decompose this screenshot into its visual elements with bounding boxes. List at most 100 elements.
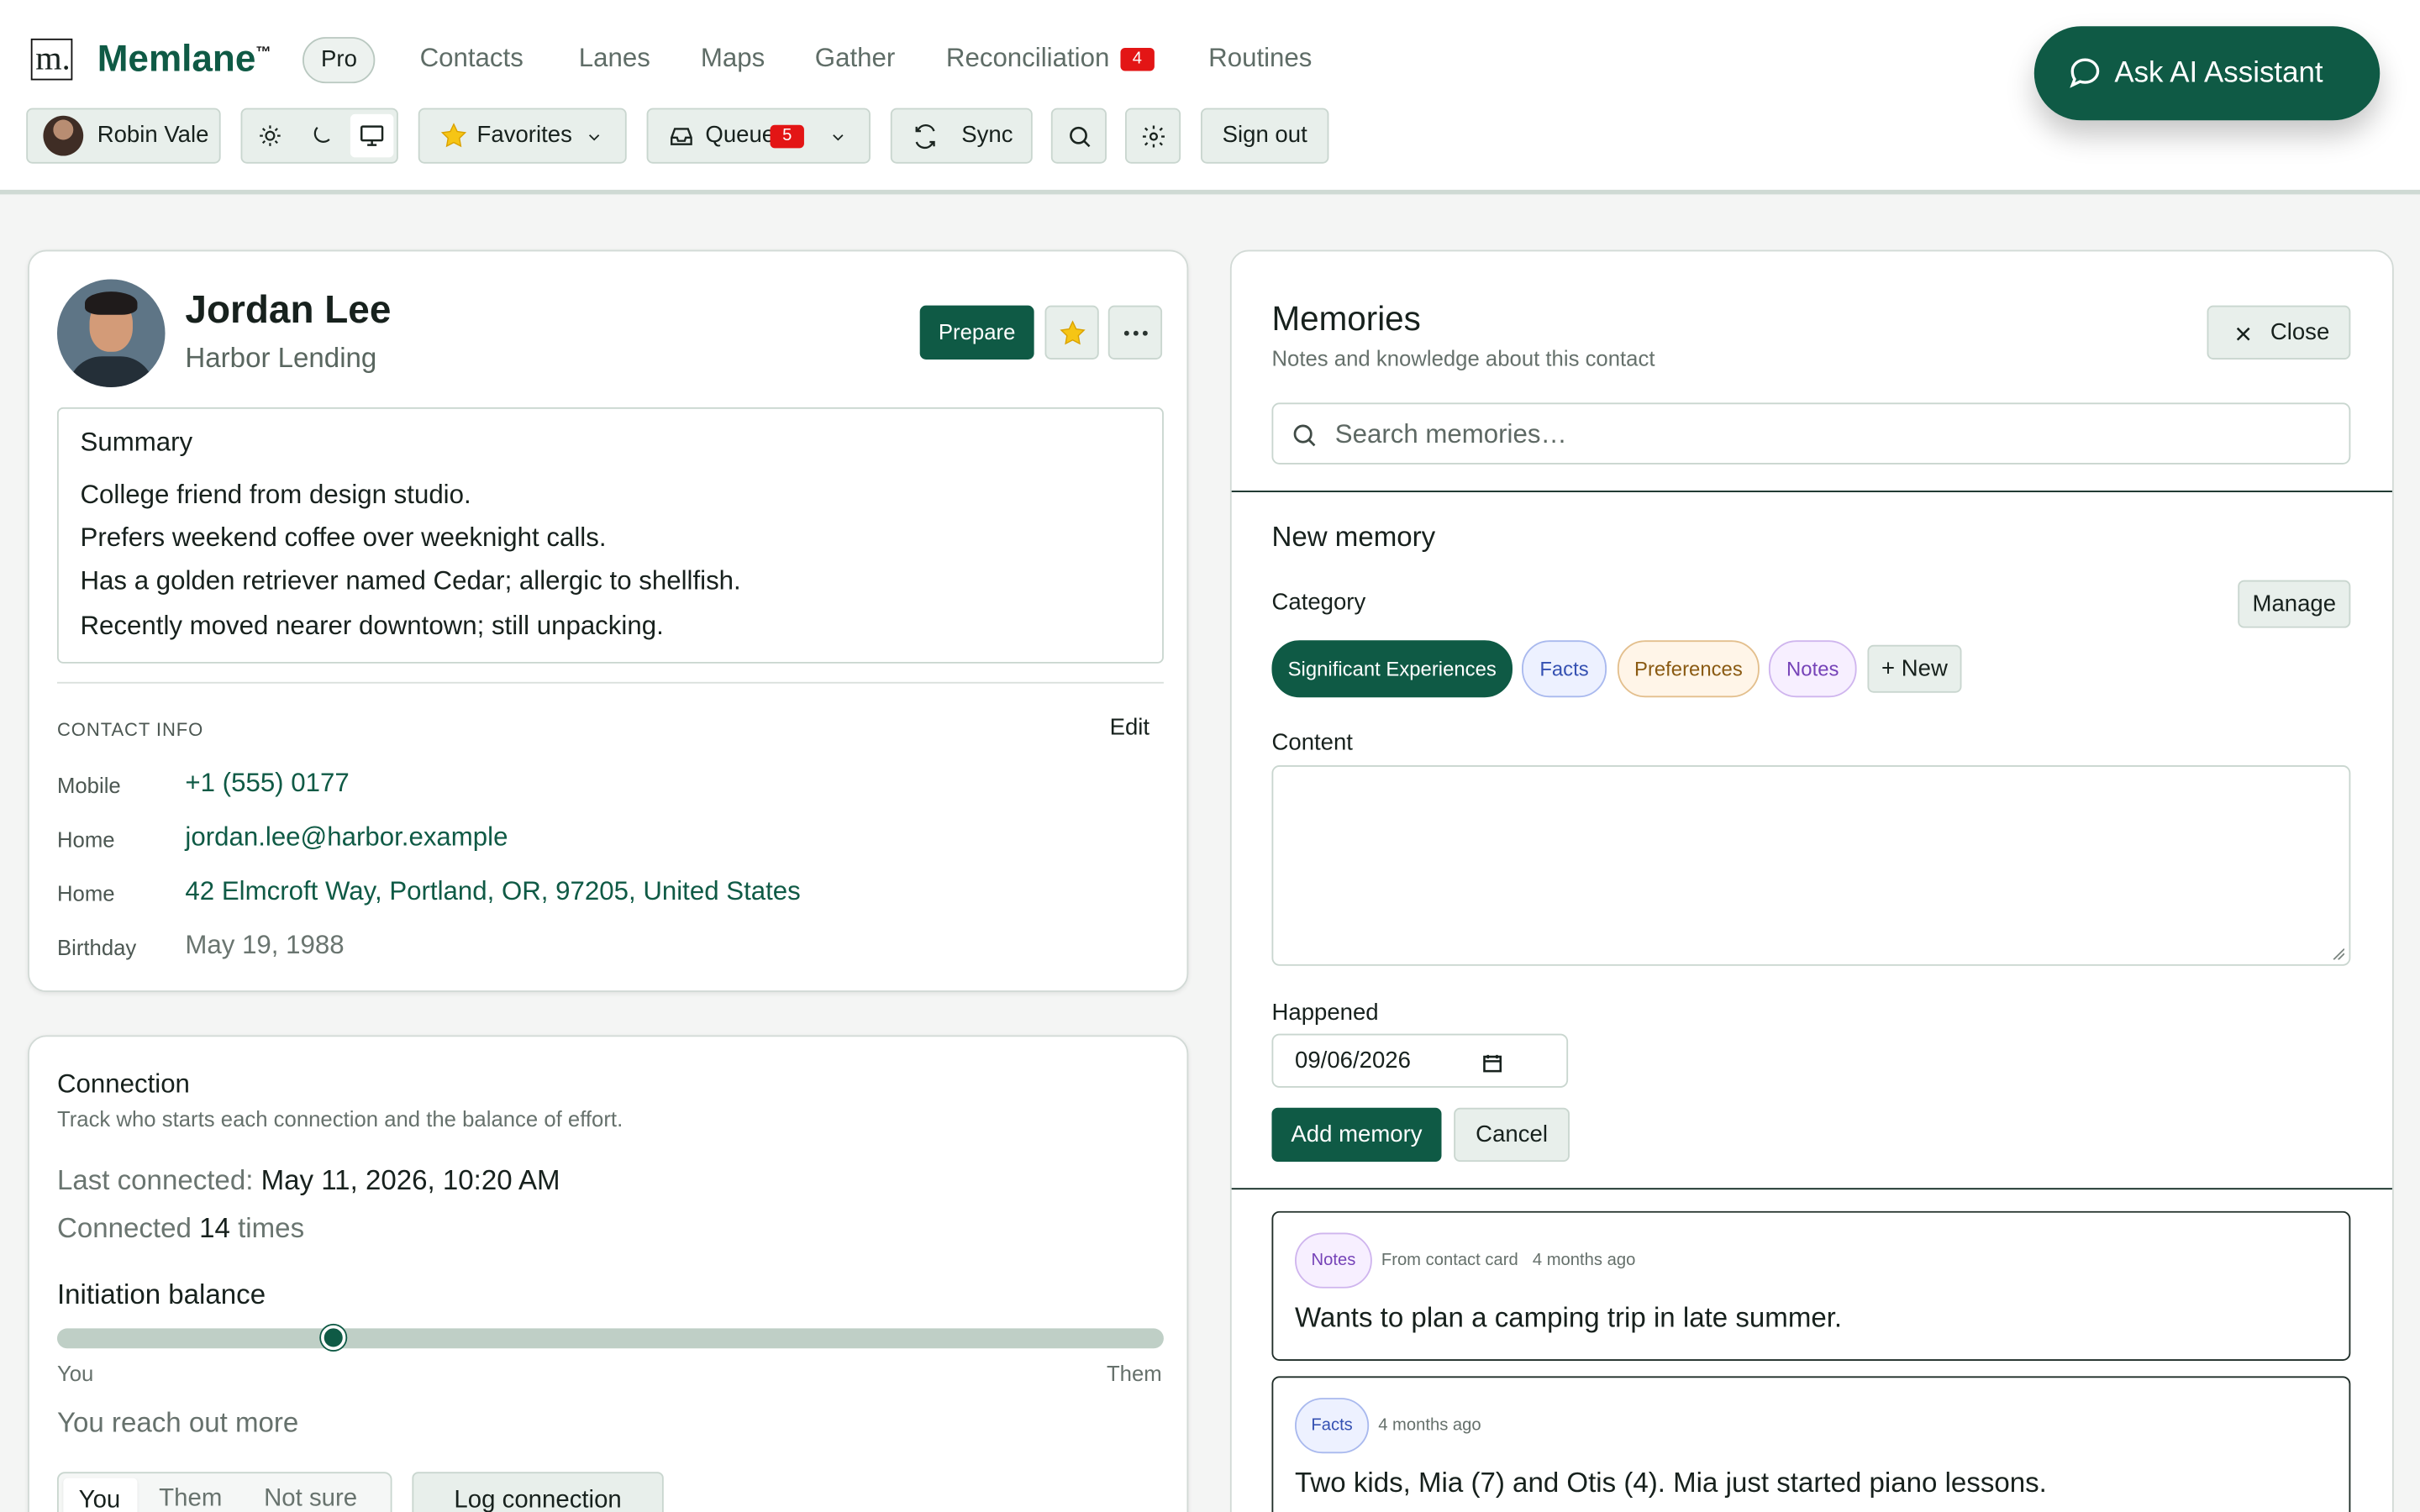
new-category-button[interactable]: + New: [1867, 644, 1962, 693]
initiator-segmented-control[interactable]: You Them Not sure: [56, 1472, 392, 1512]
top-header: m. Memlane™ Pro Contacts Lanes Maps Gath…: [0, 0, 2420, 195]
memory-text: Wants to plan a camping trip in late sum…: [1295, 1302, 1843, 1333]
manage-categories-button[interactable]: Manage: [2238, 580, 2351, 628]
plan-badge: Pro: [302, 37, 376, 84]
memories-subtitle: Notes and knowledge about this contact: [1271, 345, 1655, 370]
moon-icon[interactable]: [308, 123, 333, 148]
contact-company: Harbor Lending: [185, 342, 377, 374]
nav-contacts[interactable]: Contacts: [420, 43, 523, 74]
memory-source: From contact card: [1381, 1251, 1518, 1270]
search-icon: [1293, 424, 1316, 447]
category-preferences[interactable]: Preferences: [1617, 640, 1760, 698]
email-link[interactable]: jordan.lee@harbor.example: [185, 822, 508, 853]
search-button[interactable]: [1050, 108, 1107, 164]
divider: [56, 681, 1164, 684]
brand-name[interactable]: Memlane™: [97, 39, 271, 81]
ask-ai-assistant-button[interactable]: Ask AI Assistant: [2033, 26, 2381, 121]
theme-switcher[interactable]: [240, 108, 398, 164]
category-facts[interactable]: Facts: [1522, 640, 1607, 698]
calendar-icon[interactable]: [1481, 1053, 1503, 1074]
summary-line: College friend from design studio.: [80, 480, 471, 510]
contact-card: Jordan Lee Harbor Lending Prepare Summar…: [28, 249, 1189, 993]
initiation-balance-slider[interactable]: [56, 1328, 1164, 1349]
address-link[interactable]: 42 Elmcroft Way, Portland, OR, 97205, Un…: [185, 876, 800, 907]
connection-subtitle: Track who starts each connection and the…: [56, 1105, 623, 1131]
nav-lanes[interactable]: Lanes: [579, 43, 650, 74]
last-connected: Last connected: May 11, 2026, 10:20 AM: [56, 1164, 560, 1196]
summary-line: Recently moved nearer downtown; still un…: [80, 611, 664, 641]
connection-card: Connection Track who starts each connect…: [28, 1035, 1189, 1512]
brand-logo[interactable]: m.: [30, 38, 73, 81]
section-divider: [1231, 1188, 2392, 1190]
info-label: Home: [56, 827, 115, 852]
memory-content-textarea[interactable]: [1271, 765, 2351, 966]
summary-title: Summary: [80, 427, 193, 457]
sun-icon[interactable]: [258, 123, 282, 148]
nav-gather[interactable]: Gather: [815, 43, 895, 74]
initiation-balance-title: Initiation balance: [56, 1278, 266, 1310]
birthday-value: May 19, 1988: [185, 930, 345, 960]
contact-name: Jordan Lee: [185, 288, 392, 332]
star-icon: [1060, 320, 1086, 345]
close-icon: [2236, 327, 2250, 341]
memory-text: Two kids, Mia (7) and Otis (4). Mia just…: [1295, 1467, 2047, 1499]
initiation-balance-knob[interactable]: [321, 1325, 346, 1351]
memlane-page: m. Memlane™ Pro Contacts Lanes Maps Gath…: [0, 0, 2420, 1512]
favorites-dropdown[interactable]: Favorites: [418, 108, 627, 164]
happened-date-input[interactable]: 09/06/2026: [1271, 1033, 1569, 1088]
sync-button[interactable]: Sync: [890, 108, 1033, 164]
balance-right-label: Them: [1106, 1360, 1162, 1386]
memory-time: 4 months ago: [1378, 1416, 1481, 1436]
add-memory-button[interactable]: Add memory: [1271, 1107, 1442, 1163]
connection-count: Connected 14 times: [56, 1212, 305, 1244]
user-menu-button[interactable]: Robin Vale: [26, 108, 221, 164]
memory-search-input[interactable]: Search memories…: [1271, 402, 2351, 465]
content-label: Content: [1271, 729, 1353, 756]
balance-left-label: You: [56, 1360, 94, 1386]
ellipsis-icon: [1123, 330, 1148, 336]
memory-tag-facts: Facts: [1295, 1398, 1370, 1454]
memories-title: Memories: [1271, 299, 1421, 339]
memory-item[interactable]: Facts 4 months ago Two kids, Mia (7) and…: [1271, 1376, 2351, 1512]
inbox-icon: [671, 128, 692, 145]
settings-button[interactable]: [1124, 108, 1181, 164]
favorite-button[interactable]: [1044, 305, 1099, 360]
mobile-phone-link[interactable]: +1 (555) 0177: [185, 769, 349, 800]
star-icon: [440, 123, 467, 148]
connection-title: Connection: [56, 1068, 190, 1099]
info-label: Home: [56, 880, 115, 906]
info-label: Mobile: [56, 773, 121, 798]
refresh-icon: [915, 123, 935, 150]
reconciliation-badge: 4: [1120, 47, 1155, 71]
contact-avatar: [56, 279, 166, 388]
queue-dropdown[interactable]: Queue 5: [646, 108, 871, 164]
prepare-button[interactable]: Prepare: [919, 305, 1034, 360]
summary-box: Summary College friend from design studi…: [56, 407, 1164, 664]
category-label: Category: [1271, 589, 1366, 616]
nav-maps[interactable]: Maps: [701, 43, 765, 74]
queue-count-badge: 5: [770, 124, 804, 149]
log-connection-button[interactable]: Log connection: [412, 1472, 664, 1512]
initiator-not-sure-option[interactable]: Not sure: [264, 1486, 357, 1512]
balance-result: You reach out more: [56, 1407, 299, 1438]
initiator-you-option[interactable]: You: [63, 1478, 138, 1512]
memory-item[interactable]: Notes From contact card 4 months ago Wan…: [1271, 1210, 2351, 1361]
category-notes[interactable]: Notes: [1768, 640, 1857, 698]
memories-panel: Memories Notes and knowledge about this …: [1229, 249, 2394, 1512]
edit-contact-info-link[interactable]: Edit: [1110, 714, 1150, 740]
chat-bubble-icon: [2070, 58, 2100, 88]
happened-label: Happened: [1271, 1000, 1379, 1026]
resize-handle-icon[interactable]: [2332, 948, 2344, 960]
initiator-them-option[interactable]: Them: [159, 1486, 222, 1512]
sign-out-button[interactable]: Sign out: [1200, 108, 1329, 164]
category-significant-experiences[interactable]: Significant Experiences: [1271, 640, 1512, 698]
contact-info-title: CONTACT INFO: [56, 718, 204, 741]
nav-routines[interactable]: Routines: [1208, 43, 1312, 74]
close-memories-button[interactable]: Close: [2207, 305, 2351, 360]
cancel-memory-button[interactable]: Cancel: [1454, 1107, 1570, 1163]
chevron-down-icon: [588, 134, 600, 141]
more-options-button[interactable]: [1107, 305, 1163, 360]
info-label: Birthday: [56, 935, 137, 960]
nav-reconciliation[interactable]: Reconciliation 4: [946, 43, 1155, 74]
monitor-icon[interactable]: [358, 122, 386, 150]
